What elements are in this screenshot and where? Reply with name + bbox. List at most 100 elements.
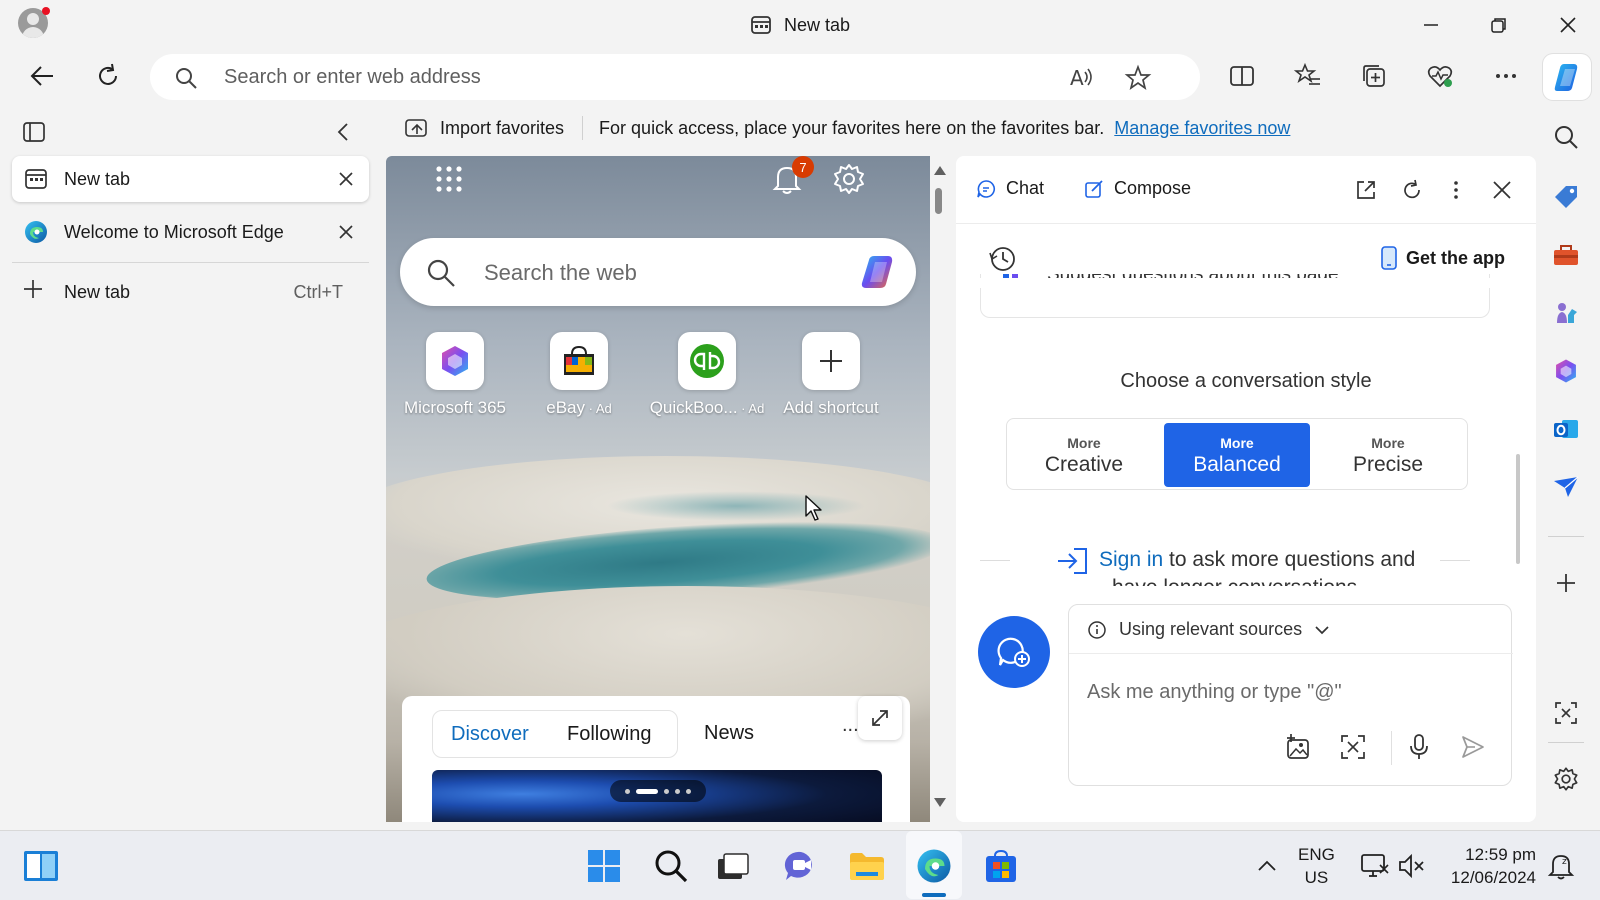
windows-start-icon — [588, 850, 620, 882]
collections-button[interactable] — [1356, 58, 1392, 94]
feed-tab-discover[interactable]: Discover — [451, 723, 529, 746]
add-shortcut-button[interactable]: Add shortcut — [770, 332, 892, 418]
sidebar-search-button[interactable] — [1551, 122, 1581, 152]
read-aloud-icon[interactable]: A — [1068, 64, 1096, 90]
close-pane-button[interactable] — [1488, 176, 1516, 204]
vertical-tab-welcome[interactable]: Welcome to Microsoft Edge — [12, 209, 369, 255]
chat-input-field[interactable]: Ask me anything or type "@" — [1087, 681, 1342, 704]
new-tab-button[interactable]: New tab Ctrl+T — [12, 270, 369, 310]
pane-refresh-button[interactable] — [1398, 176, 1426, 204]
sidebar-games-button[interactable] — [1551, 298, 1581, 328]
sign-in-link[interactable]: Sign in — [1099, 548, 1163, 571]
collapse-pane-icon[interactable] — [332, 120, 356, 144]
web-search-box[interactable]: Search the web — [400, 238, 916, 306]
taskbar-search-button[interactable] — [652, 847, 690, 885]
shortcut-microsoft-365[interactable]: Microsoft 365 — [394, 332, 516, 418]
tab-label: New tab — [64, 169, 131, 189]
history-icon[interactable] — [988, 244, 1018, 274]
sidebar-drop-button[interactable] — [1551, 472, 1581, 502]
sidebar-outlook-button[interactable] — [1551, 414, 1581, 444]
style-balanced-button[interactable]: More Balanced — [1164, 423, 1310, 487]
page-scrollbar[interactable] — [930, 156, 948, 820]
import-icon — [405, 119, 427, 137]
send-button[interactable] — [1457, 731, 1489, 763]
sidebar-settings-button[interactable] — [1551, 764, 1581, 794]
system-clock[interactable]: 12:59 pm 12/06/2024 — [1440, 843, 1536, 889]
more-horizontal-icon — [1496, 74, 1516, 78]
plus-icon — [24, 280, 42, 298]
manage-favorites-link[interactable]: Manage favorites now — [1114, 118, 1290, 139]
split-screen-button[interactable] — [1224, 58, 1260, 94]
scroll-thumb[interactable] — [935, 188, 942, 214]
new-topic-button[interactable] — [978, 616, 1050, 688]
page-settings-gear-icon[interactable] — [832, 162, 866, 196]
shortcut-ebay[interactable]: eBay · Ad — [518, 332, 640, 418]
copilot-button[interactable] — [1543, 54, 1591, 100]
widgets-button[interactable] — [22, 847, 60, 885]
scroll-up-arrow[interactable] — [934, 166, 946, 175]
mouse-cursor-icon — [805, 495, 822, 521]
add-image-button[interactable] — [1283, 731, 1315, 763]
style-big-label: Balanced — [1193, 453, 1281, 476]
sources-dropdown[interactable]: Using relevant sources — [1087, 619, 1330, 640]
chat-tab[interactable]: Chat — [976, 178, 1044, 199]
tab-actions-icon[interactable] — [22, 120, 46, 144]
sidebar-microsoft-365-button[interactable] — [1551, 356, 1581, 386]
close-window-button[interactable] — [1553, 10, 1583, 40]
chat-input-box: Using relevant sources Ask me anything o… — [1068, 604, 1513, 786]
feed-expand-button[interactable] — [858, 696, 902, 740]
sidebar-screenshot-button[interactable] — [1551, 698, 1581, 728]
scroll-down-arrow[interactable] — [934, 798, 946, 807]
copilot-icon[interactable] — [856, 252, 900, 292]
feed-more-button[interactable]: ... — [842, 714, 859, 737]
sidebar-add-button[interactable] — [1551, 568, 1581, 598]
pane-scrollbar[interactable] — [1516, 454, 1520, 564]
close-tab-icon[interactable] — [335, 221, 357, 243]
voice-input-button[interactable] — [1403, 731, 1435, 763]
file-explorer-button[interactable] — [848, 847, 886, 885]
vertical-tab-new-tab[interactable]: New tab — [12, 156, 369, 202]
feed-carousel-image[interactable] — [432, 770, 882, 822]
pane-more-button[interactable] — [1442, 176, 1470, 204]
browser-essentials-button[interactable] — [1422, 58, 1458, 94]
send-icon — [1462, 736, 1484, 758]
sidebar-tools-button[interactable] — [1551, 240, 1581, 270]
ad-label: · Ad — [737, 401, 765, 416]
refresh-button[interactable] — [90, 58, 126, 94]
get-the-app-button[interactable]: Get the app — [1380, 246, 1505, 270]
task-view-button[interactable] — [714, 847, 752, 885]
back-button[interactable] — [24, 58, 60, 94]
teams-chat-button[interactable] — [782, 847, 820, 885]
notification-center-button[interactable]: z — [1542, 847, 1580, 885]
address-bar[interactable]: Search or enter web address A — [150, 54, 1200, 100]
add-image-icon — [1287, 734, 1309, 759]
microsoft-store-button[interactable] — [982, 847, 1020, 885]
profile-notification-dot — [42, 7, 50, 15]
feed-tab-news[interactable]: News — [704, 722, 754, 745]
favorites-button[interactable] — [1290, 58, 1326, 94]
minimize-button[interactable] — [1416, 10, 1446, 40]
restore-button[interactable] — [1484, 10, 1514, 40]
input-language-indicator[interactable]: ENG US — [1298, 843, 1335, 889]
style-creative-button[interactable]: More Creative — [1011, 423, 1157, 487]
compose-tab[interactable]: Compose — [1084, 178, 1191, 199]
style-precise-button[interactable]: More Precise — [1315, 423, 1461, 487]
volume-button[interactable] — [1392, 847, 1430, 885]
settings-more-button[interactable] — [1488, 58, 1524, 94]
taskbar-edge-button[interactable] — [915, 847, 953, 885]
open-in-new-tab-button[interactable] — [1352, 176, 1380, 204]
favorite-star-icon[interactable] — [1124, 64, 1152, 92]
app-launcher-icon[interactable] — [434, 164, 464, 194]
shortcut-quickbooks[interactable]: QuickBoo... · Ad — [646, 332, 768, 418]
close-tab-icon[interactable] — [335, 168, 357, 190]
import-favorites-button[interactable]: Import favorites — [390, 116, 584, 140]
show-hidden-icons-button[interactable] — [1248, 847, 1286, 885]
refresh-icon — [99, 63, 117, 85]
shortcut-tile — [550, 332, 608, 390]
network-button[interactable] — [1356, 847, 1394, 885]
visual-search-button[interactable] — [1337, 731, 1369, 763]
vertical-tabs-pane: New tab Welcome to Microsoft Edge New ta… — [0, 108, 380, 828]
start-button[interactable] — [585, 847, 623, 885]
sidebar-shopping-button[interactable] — [1551, 182, 1581, 212]
feed-tab-following[interactable]: Following — [567, 723, 651, 746]
